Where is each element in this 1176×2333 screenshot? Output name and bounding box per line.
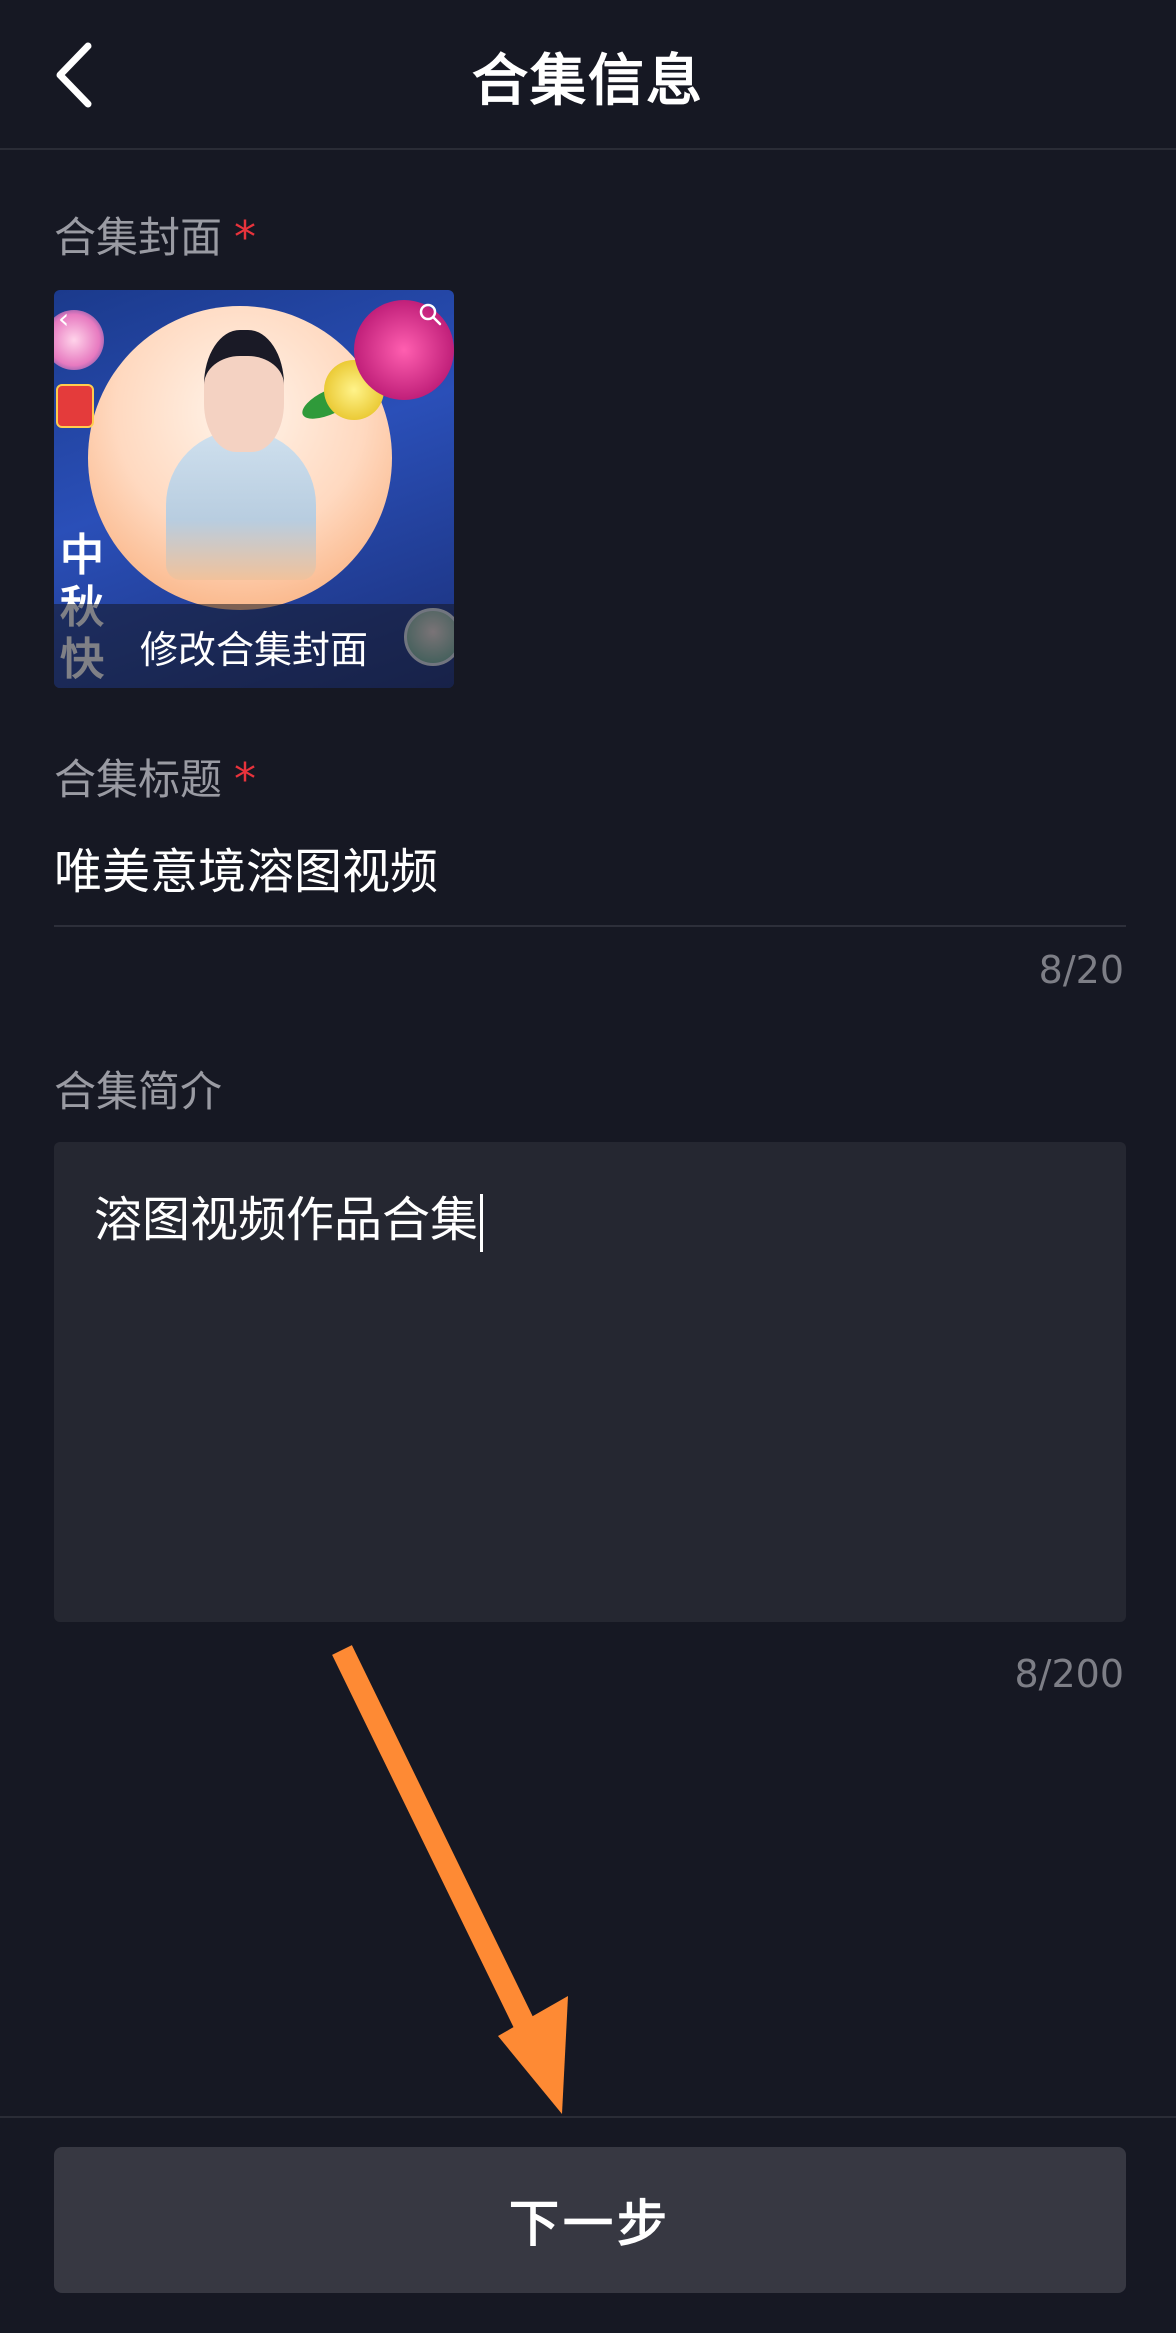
required-marker: * [234, 754, 257, 805]
cover-back-icon: ‹ [58, 302, 70, 335]
cover-figure-head [204, 330, 284, 452]
description-char-counter: 8/200 [1014, 1652, 1124, 1696]
title-char-counter: 8/20 [1038, 948, 1124, 992]
description-section-label: 合集简介 [54, 1058, 222, 1119]
required-marker: * [234, 212, 257, 263]
cover-label-text: 合集封面 [54, 213, 223, 262]
title-section-label: 合集标题 * [54, 746, 256, 807]
next-step-button[interactable]: 下一步 [54, 2147, 1126, 2293]
search-icon [419, 303, 442, 326]
title-label-text: 合集标题 [54, 755, 223, 804]
red-packet-icon [56, 384, 94, 428]
description-label-text: 合集简介 [54, 1067, 223, 1116]
guide-arrow-icon [332, 1645, 568, 2114]
title-input-underline [54, 925, 1126, 927]
cover-image-picker[interactable]: ‹ 中秋快乐 修改合集封面 [54, 290, 454, 688]
description-value: 溶图视频作品合集 [94, 1192, 479, 1248]
description-text-line: 溶图视频作品合集 [94, 1180, 484, 1252]
description-textarea[interactable]: 溶图视频作品合集 [54, 1142, 1126, 1622]
edit-cover-label: 修改合集封面 [139, 627, 368, 672]
edit-cover-overlay[interactable]: 修改合集封面 [54, 604, 454, 688]
header-bar: 合集信息 [0, 0, 1176, 150]
cover-figure-body [166, 430, 316, 580]
cover-section-label: 合集封面 * [54, 204, 256, 265]
page-title: 合集信息 [472, 49, 704, 114]
text-cursor [480, 1194, 484, 1252]
bottom-action-bar: 下一步 [0, 2116, 1176, 2333]
title-input[interactable]: 唯美意境溶图视频 [54, 832, 438, 902]
